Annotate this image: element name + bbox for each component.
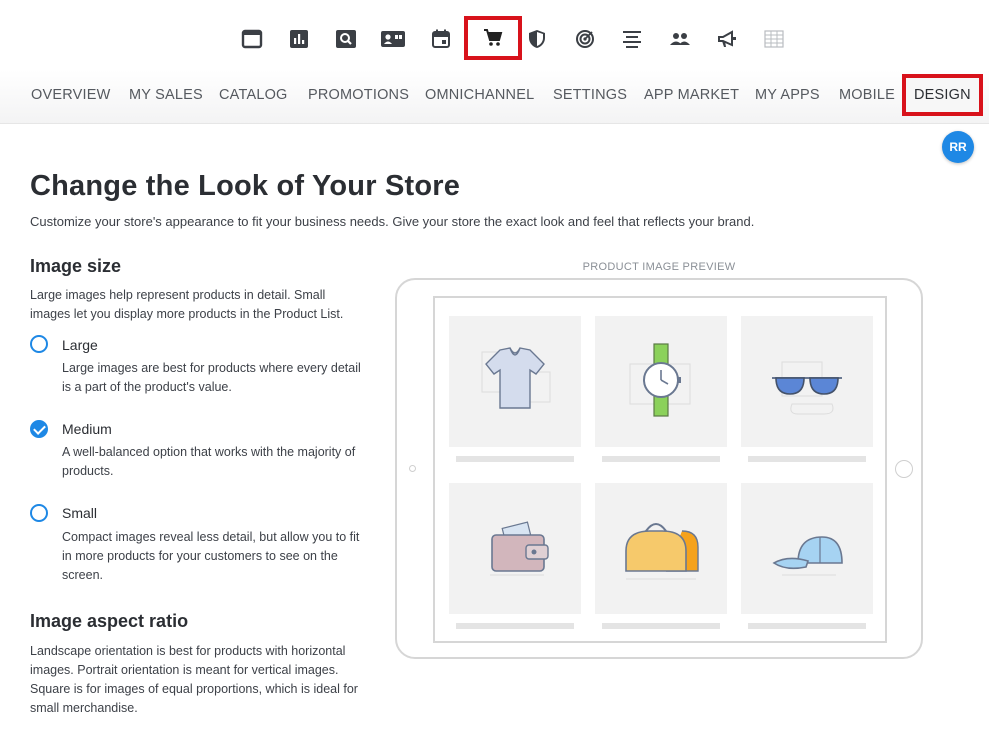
tablet-screen [433,296,887,643]
table-icon[interactable] [757,22,791,56]
main-nav-tabs: OVERVIEW MY SALES CATALOG PROMOTIONS OMN… [0,74,989,118]
tablet-preview [395,278,923,659]
t-shirt-illustration [449,316,581,447]
wallet-illustration [449,483,581,614]
radio-small-description: Compact images reveal less detail, but a… [62,530,360,582]
product-title-placeholder [456,456,574,462]
contacts-icon[interactable] [376,22,410,56]
aspect-ratio-title: Image aspect ratio [30,611,189,631]
product-title-placeholder [748,456,866,462]
tab-omnichannel[interactable]: OMNICHANNEL [425,74,534,116]
app-header: OVERVIEW MY SALES CATALOG PROMOTIONS OMN… [0,0,989,124]
dashboard-icon[interactable] [235,22,269,56]
reports-icon[interactable] [282,22,316,56]
tab-catalog[interactable]: CATALOG [219,74,288,116]
radio-small-label[interactable]: Small [62,505,97,521]
bag-illustration [595,483,727,614]
tablet-camera [409,465,416,472]
tablet-home-button [895,460,913,478]
user-avatar[interactable]: RR [942,131,974,163]
page-title: Change the Look of Your Store [30,170,461,202]
cart-icon[interactable] [464,16,522,60]
product-title-placeholder [456,623,574,629]
image-size-title: Image size [30,256,122,276]
radio-medium[interactable] [30,420,48,438]
sunglasses-illustration [741,316,873,447]
calendar-icon[interactable] [424,22,458,56]
tab-design[interactable]: DESIGN [902,74,983,116]
tab-settings[interactable]: SETTINGS [553,74,627,116]
radio-large[interactable] [30,335,48,353]
tab-promotions[interactable]: PROMOTIONS [308,74,409,116]
tab-mobile[interactable]: MOBILE [839,74,895,116]
preview-caption: PRODUCT IMAGE PREVIEW [582,261,736,273]
product-title-placeholder [748,623,866,629]
aspect-ratio-description: Landscape orientation is best for produc… [30,644,358,715]
radio-medium-label[interactable]: Medium [62,421,112,437]
image-size-description: Large images help represent products in … [30,288,344,321]
search-icon[interactable] [329,22,363,56]
product-title-placeholder [602,623,720,629]
tab-app-market[interactable]: APP MARKET [644,74,739,116]
radio-large-label[interactable]: Large [62,337,98,353]
module-icon-bar [0,16,989,60]
radio-small[interactable] [30,504,48,522]
tab-my-sales[interactable]: MY SALES [129,74,203,116]
product-title-placeholder [602,456,720,462]
shield-icon[interactable] [520,22,554,56]
target-icon[interactable] [568,22,602,56]
watch-illustration [595,316,727,447]
tab-my-apps[interactable]: MY APPS [755,74,820,116]
radio-large-description: Large images are best for products where… [62,361,361,394]
align-icon[interactable] [615,22,649,56]
users-icon[interactable] [663,22,697,56]
radio-medium-description: A well-balanced option that works with t… [62,445,356,478]
megaphone-icon[interactable] [710,22,744,56]
page-subtitle: Customize your store's appearance to fit… [30,214,755,229]
cap-illustration [741,483,873,614]
tab-overview[interactable]: OVERVIEW [31,74,111,116]
